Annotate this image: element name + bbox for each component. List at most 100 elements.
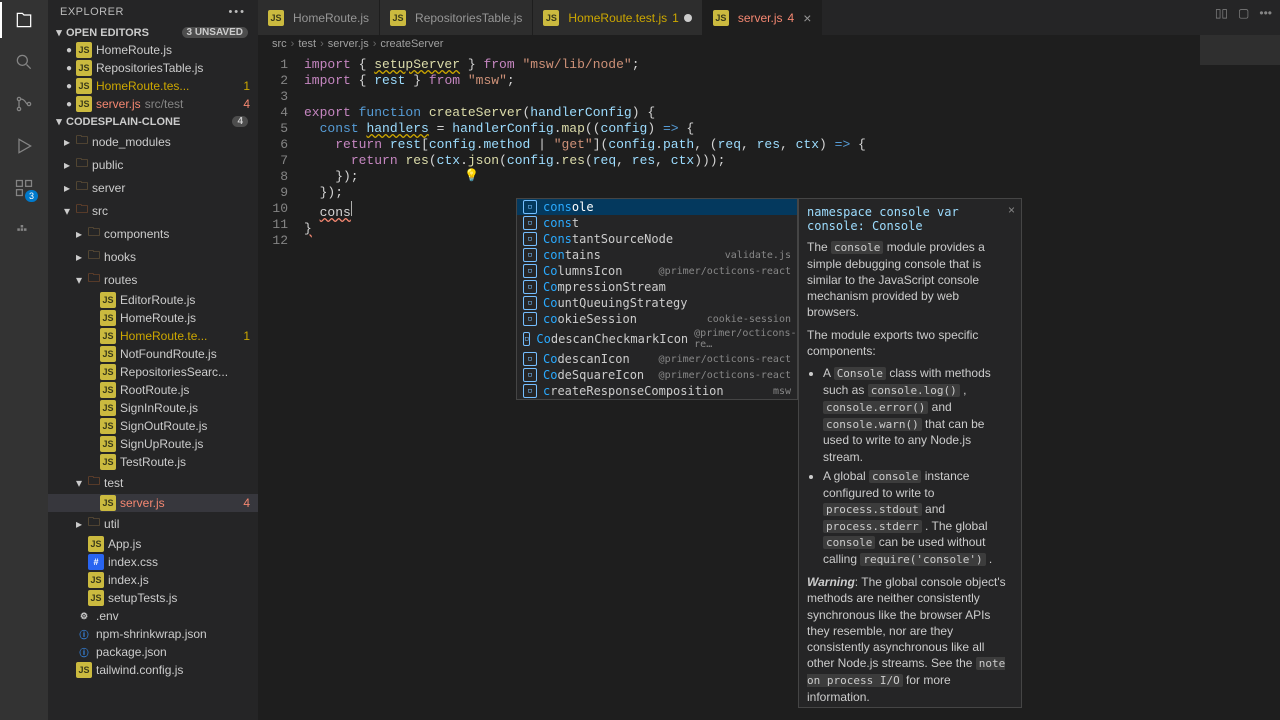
tab-label: RepositoriesTable.js [415,11,522,25]
js-icon: JS [76,42,92,58]
open-editor-item[interactable]: ● JS server.js src/test 4 [48,95,258,113]
close-icon[interactable]: × [1008,203,1015,217]
tree-item[interactable]: ⚙.env [48,607,258,625]
split-editor-icon[interactable]: ▯▯ [1215,6,1228,20]
suggest-detail: cookie-session [707,314,791,325]
open-editor-item[interactable]: ● JS HomeRoute.tes... 1 [48,77,258,95]
tab-label: server.js [738,11,783,25]
tree-item[interactable]: JSSignUpRoute.js [48,435,258,453]
suggest-item[interactable]: ▫ CodeSquareIcon @primer/octicons-react [517,367,797,383]
tree-item[interactable]: ▾🗀src [48,199,258,222]
suggest-label: CodeSquareIcon [543,368,644,382]
tree-item[interactable]: JSsetupTests.js [48,589,258,607]
tab[interactable]: JSserver.js 4 × [703,0,823,35]
tree-item[interactable]: ▸🗀util [48,512,258,535]
breadcrumb-item[interactable]: server.js [328,38,369,50]
js-icon: JS [390,10,406,26]
open-editors-header[interactable]: ▾OPEN EDITORS 3 UNSAVED [48,24,258,41]
tab[interactable]: JSHomeRoute.js [258,0,380,35]
tab-label: HomeRoute.js [293,11,369,25]
source-control-icon[interactable] [12,92,36,116]
editor-item-label: RepositoriesTable.js [96,61,203,75]
tree-item[interactable]: JStailwind.config.js [48,661,258,679]
tree-item[interactable]: JSSignInRoute.js [48,399,258,417]
open-editor-item[interactable]: ● JS RepositoriesTable.js [48,59,258,77]
suggest-label: CompressionStream [543,280,666,294]
tree-item[interactable]: JSTestRoute.js [48,453,258,471]
suggest-label: CountQueuingStrategy [543,296,688,310]
tree-item[interactable]: ▸🗀public [48,153,258,176]
suggest-item[interactable]: ▫ ConstantSourceNode [517,231,797,247]
tree-item[interactable]: ▸🗀node_modules [48,130,258,153]
js-icon: JS [76,96,92,112]
tree-item[interactable]: JSRootRoute.js [48,381,258,399]
js-icon: JS [100,418,116,434]
tree-item[interactable]: JSRepositoriesSearc... [48,363,258,381]
more-icon[interactable]: ••• [228,6,246,18]
js-icon: JS [100,310,116,326]
tree-item[interactable]: JSApp.js [48,535,258,553]
breadcrumb-item[interactable]: src [272,38,287,50]
sidebar: EXPLORER ••• ▾OPEN EDITORS 3 UNSAVED ● J… [48,0,258,720]
modified-dot-icon [684,14,692,22]
tree-item[interactable]: ▸🗀components [48,222,258,245]
gear-icon: ⚙ [76,608,92,624]
tab[interactable]: JSHomeRoute.test.js 1 [533,0,702,35]
suggest-item[interactable]: ▫ createResponseComposition msw [517,383,797,399]
tree-item[interactable]: ▾🗀test [48,471,258,494]
suggest-item[interactable]: ▫ CompressionStream [517,279,797,295]
open-editor-item[interactable]: ● JS HomeRoute.js [48,41,258,59]
suggest-item[interactable]: ▫ CountQueuingStrategy [517,295,797,311]
suggest-item[interactable]: ▫ contains validate.js [517,247,797,263]
info-icon: ⓘ [76,626,92,642]
suggest-detail: msw [773,386,791,397]
tab-bar: JSHomeRoute.js JS RepositoriesTable.js JS… [258,0,1280,35]
tree-item[interactable]: JSindex.js [48,571,258,589]
extensions-icon[interactable]: 3 [12,176,36,200]
tree-item[interactable]: ▾🗀routes [48,268,258,291]
tree-item[interactable]: JSEditorRoute.js [48,291,258,309]
tree-item[interactable]: ⓘpackage.json [48,643,258,661]
tree-item[interactable]: ⓘnpm-shrinkwrap.json [48,625,258,643]
tree-item-label: server [92,181,125,195]
suggest-label: console [543,200,594,214]
tree-item[interactable]: JSserver.js 4 [48,494,258,512]
suggest-item[interactable]: ▫ const [517,215,797,231]
modified-dot-icon: ● [62,81,76,92]
more-icon[interactable]: ••• [1259,6,1272,20]
breadcrumb-item[interactable]: test [298,38,316,50]
debug-icon[interactable] [12,134,36,158]
suggest-item[interactable]: ▫ CodescanIcon @primer/octicons-react [517,351,797,367]
tree-item[interactable]: #index.css [48,553,258,571]
symbol-icon: ▫ [523,368,537,382]
tree-item[interactable]: ▸🗀server [48,176,258,199]
suggest-item[interactable]: ▫ CodescanCheckmarkIcon @primer/octicons… [517,327,797,351]
close-icon[interactable]: × [803,10,811,26]
tab[interactable]: JS RepositoriesTable.js [380,0,533,35]
lightbulb-icon[interactable]: 💡 [464,168,479,182]
tree-item[interactable]: ▸🗀hooks [48,245,258,268]
tree-item[interactable]: JSNotFoundRoute.js [48,345,258,363]
breadcrumb-item[interactable]: createServer [380,38,443,50]
tree-item-label: test [104,476,123,490]
tree-item-label: package.json [96,645,167,659]
tree-item[interactable]: JSHomeRoute.js [48,309,258,327]
minimap[interactable] [1200,35,1280,75]
workspace-header[interactable]: ▾CODESPLAIN-CLONE 4 [48,113,258,130]
layout-icon[interactable]: ▢ [1238,6,1249,20]
search-icon[interactable] [12,50,36,74]
explorer-icon[interactable] [12,8,36,32]
suggest-item[interactable]: ▫ ColumnsIcon @primer/octicons-react [517,263,797,279]
breadcrumb[interactable]: src›test›server.js›createServer [258,35,1280,53]
tree-item-label: SignUpRoute.js [120,437,203,451]
suggest-item[interactable]: ▫ cookieSession cookie-session [517,311,797,327]
symbol-icon: ▫ [523,332,530,346]
suggest-widget[interactable]: ▫ console ▫ const ▫ ConstantSourceNode ▫… [516,198,798,400]
tree-item-label: util [104,517,119,531]
tree-item[interactable]: JSHomeRoute.te... 1 [48,327,258,345]
tree-item[interactable]: JSSignOutRoute.js [48,417,258,435]
docker-icon[interactable] [12,218,36,242]
tree-item-label: SignInRoute.js [120,401,198,415]
suggest-item[interactable]: ▫ console [517,199,797,215]
tree-item-label: server.js [120,496,165,510]
